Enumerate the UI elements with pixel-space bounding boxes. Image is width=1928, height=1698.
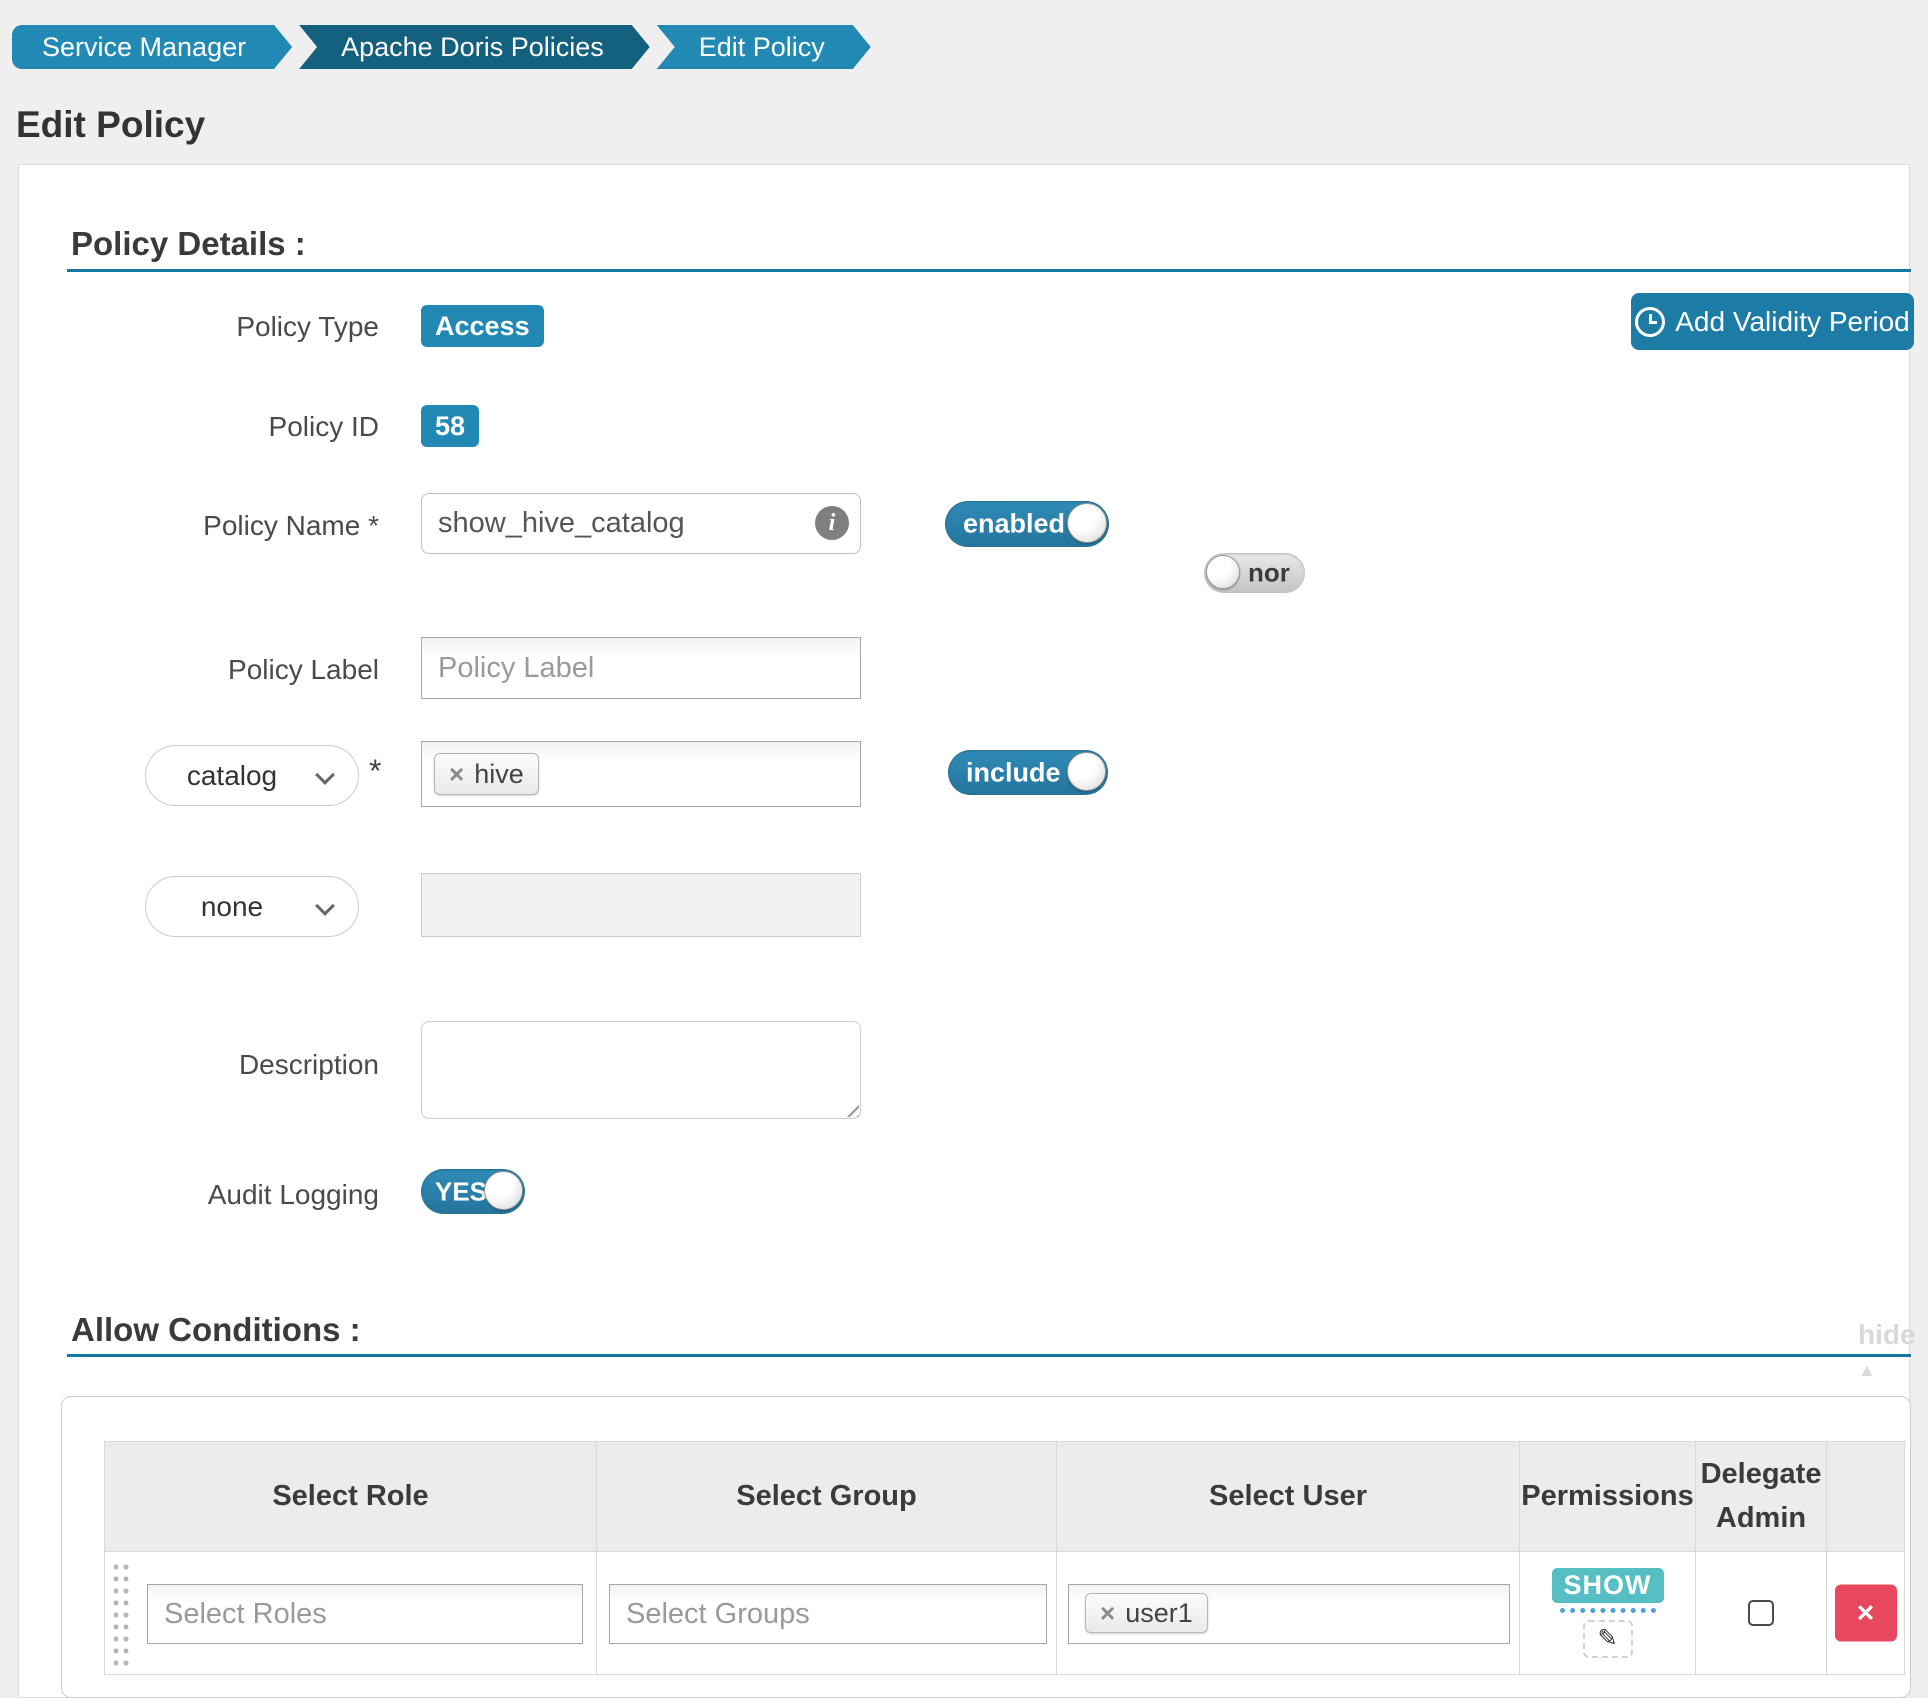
resource-type-select[interactable]: catalog [145, 745, 359, 806]
permission-badge[interactable]: SHOW [1552, 1568, 1664, 1603]
drag-handle-icon[interactable] [111, 1561, 131, 1667]
description-label: Description [79, 1049, 379, 1081]
permission-dotted-rule [1560, 1608, 1656, 1613]
edit-policy-panel: Policy Details : Add Validity Period Pol… [18, 164, 1910, 1698]
select-roles-field [147, 1584, 583, 1644]
hide-section-link[interactable]: hide ▲ [1858, 1319, 1916, 1383]
breadcrumb-apache-doris-policies[interactable]: Apache Doris Policies [299, 25, 650, 69]
policy-label-input[interactable] [422, 638, 860, 698]
toggle-knob [1067, 503, 1107, 543]
resource-value-field[interactable]: × hive [421, 741, 861, 807]
policy-override-toggle[interactable]: nor [1204, 553, 1305, 593]
remove-tag-icon[interactable]: × [449, 759, 464, 790]
resource-tag-chip: × hive [434, 753, 539, 795]
table-row-cell-delegate-admin [1696, 1552, 1827, 1675]
delete-row-button[interactable]: × [1835, 1585, 1897, 1642]
user-tag-label: user1 [1125, 1598, 1193, 1629]
policy-id-label: Policy ID [79, 411, 379, 443]
hide-link-label: hide [1858, 1319, 1916, 1350]
breadcrumb: Service Manager Apache Doris Policies Ed… [12, 25, 878, 69]
table-row-cell-roles [105, 1552, 597, 1675]
table-row-cell-permissions: SHOW ✎ [1520, 1552, 1696, 1675]
policy-enabled-toggle-label: enabled [963, 509, 1065, 540]
policy-details-divider [67, 269, 1911, 272]
policy-type-badge: Access [421, 305, 544, 347]
resource-type-select-2[interactable]: none [145, 876, 359, 937]
select-users-field[interactable]: × user1 [1068, 1584, 1510, 1644]
resource-type-value: catalog [187, 760, 277, 791]
policy-label-label: Policy Label [79, 654, 379, 686]
resource-type-value-2: none [201, 891, 263, 922]
description-textarea[interactable] [421, 1021, 861, 1119]
policy-label-field [421, 637, 861, 699]
breadcrumb-service-manager[interactable]: Service Manager [12, 25, 292, 69]
audit-logging-label: Audit Logging [79, 1179, 379, 1211]
column-header-select-role: Select Role [105, 1442, 597, 1552]
toggle-knob [1067, 752, 1106, 791]
required-mark: * [369, 753, 381, 790]
column-header-select-group: Select Group [597, 1442, 1057, 1552]
column-header-delegate-admin: Delegate Admin [1696, 1442, 1827, 1552]
policy-override-toggle-label: nor [1248, 558, 1290, 589]
include-toggle-label: include [966, 757, 1061, 788]
select-groups-input[interactable] [610, 1585, 1046, 1643]
table-row-cell-actions: × [1827, 1552, 1905, 1675]
page-title: Edit Policy [16, 104, 205, 146]
select-groups-field [609, 1584, 1047, 1644]
info-icon[interactable]: i [815, 506, 849, 540]
toggle-knob [484, 1171, 523, 1210]
toggle-knob [1206, 555, 1240, 589]
chevron-down-icon [315, 765, 335, 785]
allow-conditions-divider [67, 1354, 1911, 1357]
edit-permissions-button[interactable]: ✎ [1583, 1620, 1633, 1658]
include-exclude-toggle[interactable]: include [948, 750, 1108, 795]
policy-name-input[interactable] [421, 493, 861, 554]
add-validity-period-label: Add Validity Period [1675, 306, 1910, 338]
add-validity-period-button[interactable]: Add Validity Period [1631, 293, 1914, 350]
resource-value-field-disabled [421, 873, 861, 937]
table-row-cell-users: × user1 [1057, 1552, 1520, 1675]
remove-tag-icon[interactable]: × [1100, 1598, 1115, 1629]
policy-id-badge: 58 [421, 405, 479, 447]
audit-logging-toggle[interactable]: YES [421, 1169, 525, 1214]
policy-details-heading: Policy Details : [71, 225, 306, 263]
column-header-select-user: Select User [1057, 1442, 1520, 1552]
select-roles-input[interactable] [148, 1585, 582, 1643]
allow-conditions-table: Select Role Select Group Select User Per… [104, 1441, 1906, 1675]
collapse-caret-icon: ▲ [1858, 1360, 1876, 1380]
column-header-actions [1827, 1442, 1905, 1552]
breadcrumb-edit-policy[interactable]: Edit Policy [657, 25, 871, 69]
table-row-cell-groups [597, 1552, 1057, 1675]
user-tag-chip: × user1 [1085, 1593, 1208, 1633]
clock-icon [1635, 307, 1665, 337]
audit-logging-toggle-label: YES [435, 1176, 487, 1207]
resource-tag-label: hive [474, 759, 524, 790]
delegate-admin-checkbox[interactable] [1748, 1600, 1774, 1626]
allow-conditions-heading: Allow Conditions : [71, 1311, 361, 1349]
column-header-permissions: Permissions [1520, 1442, 1696, 1552]
chevron-down-icon [315, 896, 335, 916]
policy-enabled-toggle[interactable]: enabled [945, 501, 1109, 547]
policy-type-label: Policy Type [79, 311, 379, 343]
policy-name-label: Policy Name * [79, 510, 379, 542]
